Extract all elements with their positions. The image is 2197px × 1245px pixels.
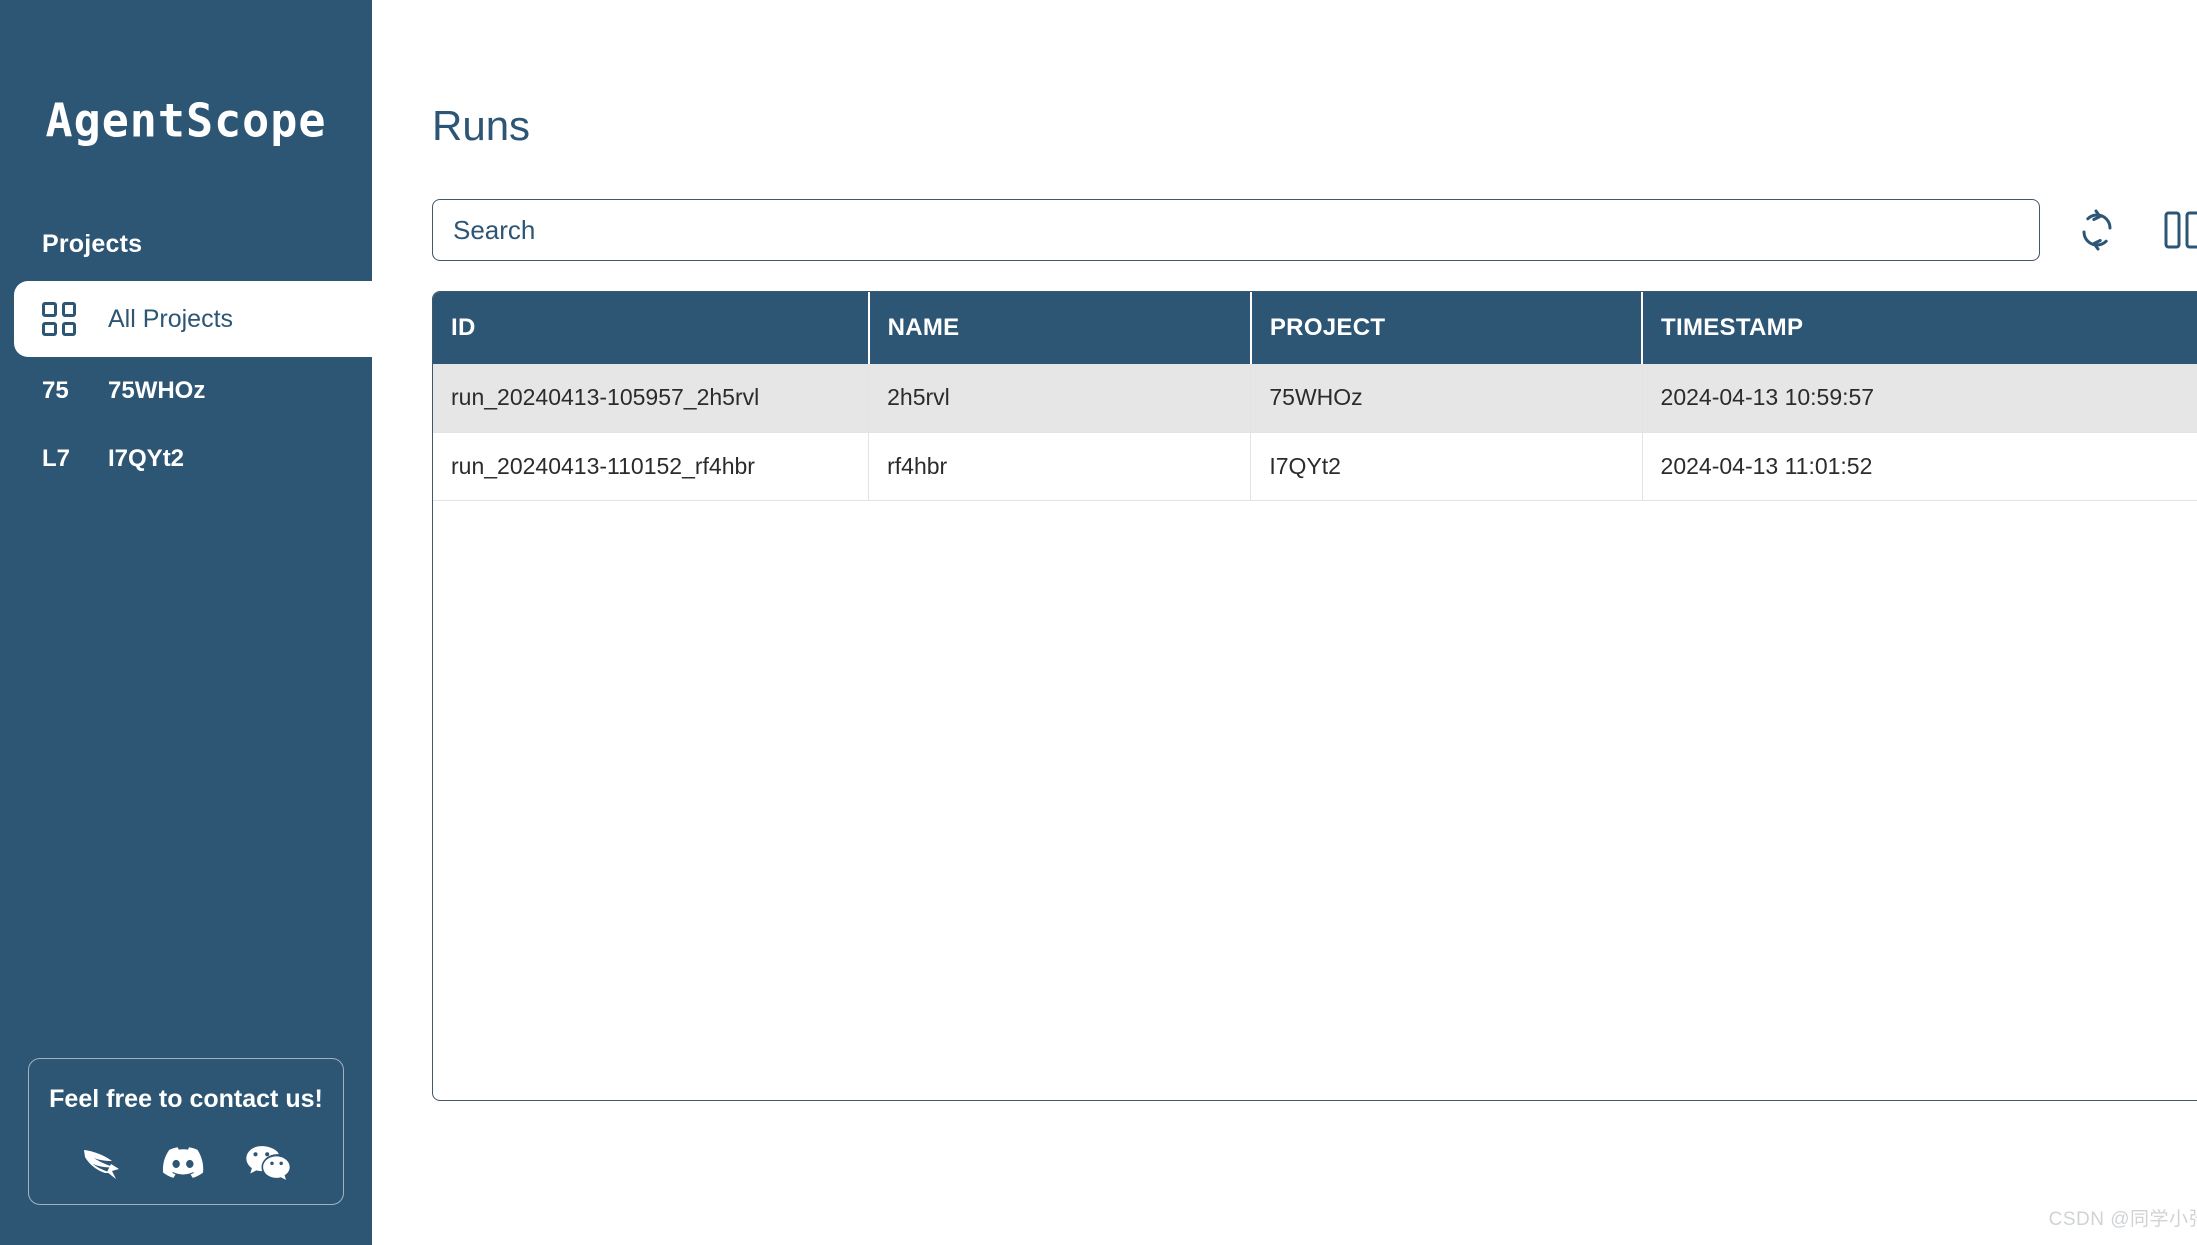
sidebar-item-all-projects[interactable]: All Projects <box>14 281 372 357</box>
cell-name: rf4hbr <box>868 432 1252 501</box>
sidebar-item-abbr: 75 <box>42 377 69 404</box>
table-row[interactable]: run_20240413-105957_2h5rvl 2h5rvl 75WHOz… <box>433 364 2197 433</box>
column-header-name[interactable]: NAME <box>868 292 1252 364</box>
wechat-icon[interactable] <box>245 1144 291 1180</box>
main-content: Runs Search ID NAME PROJECT TIMESTAMP ru… <box>372 0 2197 1245</box>
cell-project: I7QYt2 <box>1250 432 1643 501</box>
sidebar-item-abbr: L7 <box>42 445 71 472</box>
sidebar-item-75whoz[interactable]: 75 75WHOz <box>0 357 372 425</box>
columns-icon <box>2163 209 2197 251</box>
search-input[interactable] <box>451 213 2021 247</box>
contact-card: Feel free to contact us! <box>28 1058 344 1205</box>
dingtalk-icon[interactable] <box>81 1144 121 1180</box>
column-header-id[interactable]: ID <box>433 292 870 364</box>
table-header-row: ID NAME PROJECT TIMESTAMP <box>433 292 2197 364</box>
cell-id: run_20240413-105957_2h5rvl <box>433 364 870 433</box>
cell-id: run_20240413-110152_rf4hbr <box>433 432 870 501</box>
cell-name: 2h5rvl <box>868 364 1252 433</box>
sidebar-item-label: I7QYt2 <box>108 445 185 472</box>
table-body: run_20240413-105957_2h5rvl 2h5rvl 75WHOz… <box>433 364 2197 501</box>
grid-icon <box>42 302 76 336</box>
column-header-timestamp[interactable]: TIMESTAMP <box>1642 292 2197 364</box>
contact-title: Feel free to contact us! <box>49 1085 323 1113</box>
sidebar-item-label: All Projects <box>108 304 234 333</box>
toolbar <box>432 199 2197 261</box>
refresh-button[interactable] <box>2068 201 2126 259</box>
runs-table: ID NAME PROJECT TIMESTAMP run_20240413-1… <box>433 292 2197 501</box>
watermark: CSDN @同学小张 <box>2048 1209 2197 1230</box>
contact-icon-row <box>39 1144 333 1180</box>
search-box[interactable] <box>432 199 2040 261</box>
cell-timestamp: 2024-04-13 10:59:57 <box>1642 364 2197 433</box>
column-header-project[interactable]: PROJECT <box>1250 292 1644 364</box>
table-row[interactable]: run_20240413-110152_rf4hbr rf4hbr I7QYt2… <box>433 432 2197 501</box>
app-root: AgentScope Projects All Projects 75 75WH… <box>0 0 2197 1245</box>
cell-timestamp: 2024-04-13 11:01:52 <box>1642 432 2197 501</box>
page-title: Runs <box>432 102 531 149</box>
refresh-icon <box>2075 208 2119 252</box>
table-head: ID NAME PROJECT TIMESTAMP <box>433 292 2197 364</box>
columns-button[interactable] <box>2154 201 2197 259</box>
brand-logo-text: AgentScope <box>45 92 327 148</box>
runs-table-container: ID NAME PROJECT TIMESTAMP run_20240413-1… <box>432 291 2197 1101</box>
cell-project: 75WHOz <box>1250 364 1643 433</box>
sidebar-section-label: Projects <box>42 230 143 258</box>
sidebar-nav: All Projects 75 75WHOz L7 I7QYt2 <box>0 281 372 493</box>
discord-icon[interactable] <box>162 1146 204 1178</box>
brand-logo[interactable]: AgentScope <box>0 0 372 230</box>
sidebar-item-i7qyt2[interactable]: L7 I7QYt2 <box>0 425 372 493</box>
sidebar-item-label: 75WHOz <box>108 377 206 404</box>
sidebar: AgentScope Projects All Projects 75 75WH… <box>0 0 372 1245</box>
